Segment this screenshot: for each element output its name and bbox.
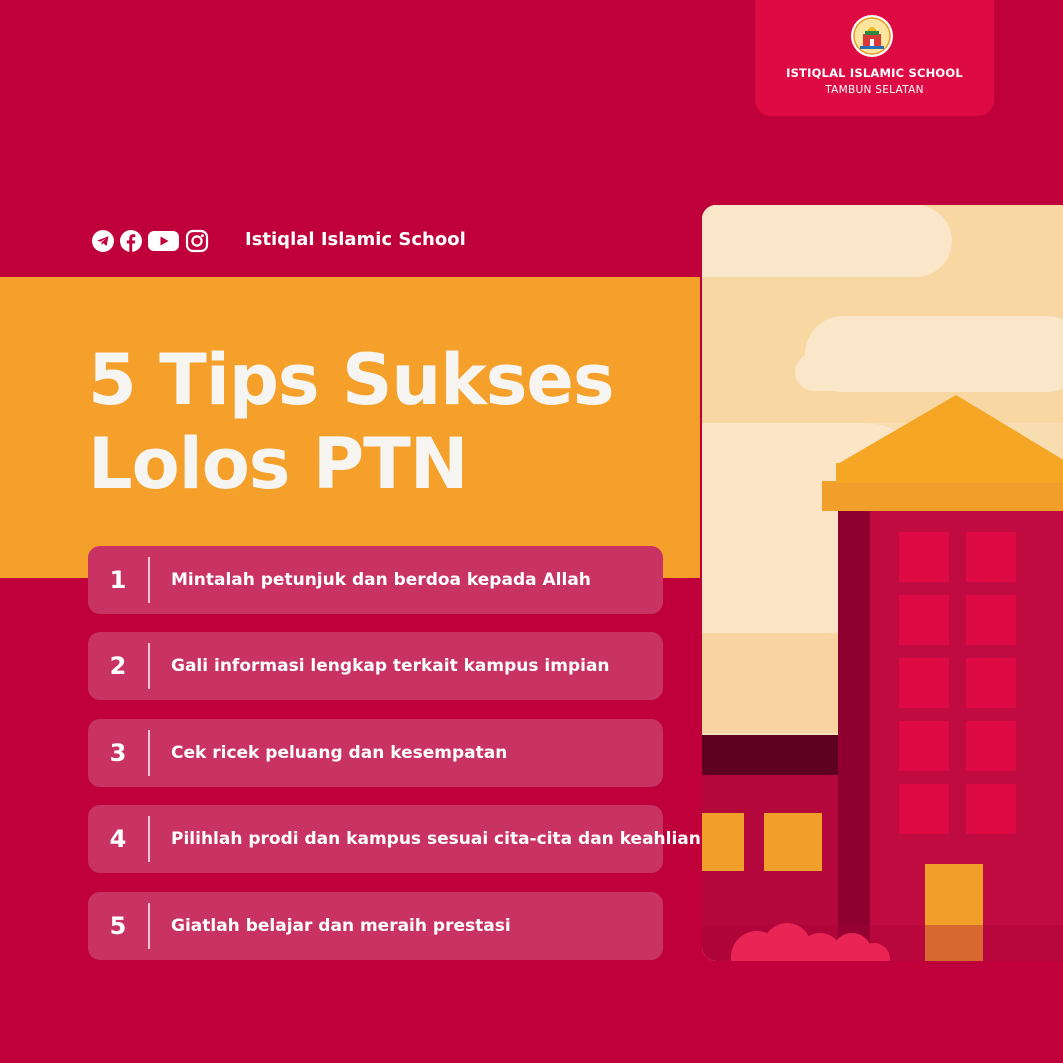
facebook-icon[interactable]: [120, 230, 142, 252]
tip-text: Giatlah belajar dan meraih prestasi: [171, 916, 511, 936]
tip-text: Cek ricek peluang dan kesempatan: [171, 743, 508, 763]
headline-line-2: Lolos PTN: [88, 423, 468, 505]
social-icons: [92, 229, 215, 253]
social-handle: Istiqlal Islamic School: [245, 229, 466, 250]
tip-divider: [148, 816, 150, 862]
tip-text: Mintalah petunjuk dan berdoa kepada Alla…: [171, 570, 591, 590]
tip-divider: [148, 903, 150, 949]
school-logo-icon: [850, 14, 894, 58]
instagram-icon[interactable]: [185, 229, 209, 253]
tip-card-3: 3 Cek ricek peluang dan kesempatan: [88, 719, 663, 787]
tip-number: 5: [109, 912, 127, 940]
tip-number: 4: [109, 825, 127, 853]
poster: ISTIQLAL ISLAMIC SCHOOL TAMBUN SELATAN I…: [0, 0, 1063, 1063]
school-name: ISTIQLAL ISLAMIC SCHOOL: [786, 66, 963, 80]
telegram-icon[interactable]: [92, 230, 114, 252]
tip-divider: [148, 557, 150, 603]
building-illustration-svg: [702, 205, 1063, 961]
tip-text: Pilihlah prodi dan kampus sesuai cita-ci…: [171, 829, 701, 849]
headline-line-1: 5 Tips Sukses: [88, 339, 615, 421]
tip-text: Gali informasi lengkap terkait kampus im…: [171, 656, 610, 676]
tip-card-2: 2 Gali informasi lengkap terkait kampus …: [88, 632, 663, 700]
youtube-icon[interactable]: [148, 230, 179, 252]
tip-number: 1: [109, 566, 127, 594]
tip-card-5: 5 Giatlah belajar dan meraih prestasi: [88, 892, 663, 960]
tip-number: 3: [109, 739, 127, 767]
tip-card-1: 1 Mintalah petunjuk dan berdoa kepada Al…: [88, 546, 663, 614]
tip-number: 2: [109, 652, 127, 680]
school-location: TAMBUN SELATAN: [825, 84, 924, 96]
building-illustration: [702, 205, 1063, 961]
headline: 5 Tips Sukses Lolos PTN: [88, 338, 615, 506]
tip-divider: [148, 643, 150, 689]
tip-divider: [148, 730, 150, 776]
tip-card-4: 4 Pilihlah prodi dan kampus sesuai cita-…: [88, 805, 701, 873]
